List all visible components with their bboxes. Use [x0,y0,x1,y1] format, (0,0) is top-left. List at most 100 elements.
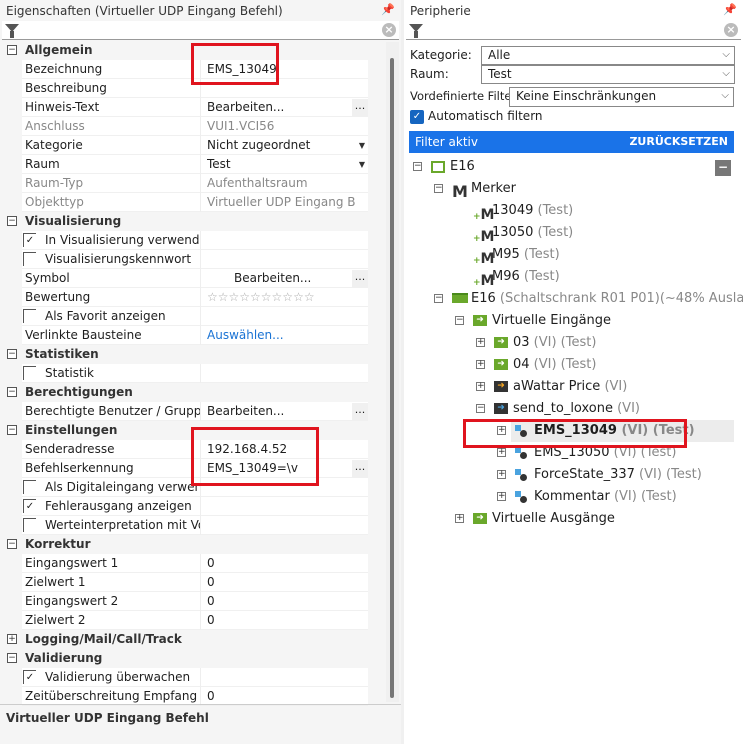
tree-item[interactable]: + Kommentar (VI) (Test) [404,486,734,508]
property-row[interactable]: Hinweis-Text Bearbeiten...... [22,98,368,117]
property-row[interactable]: Visualisierungskennwort [22,250,368,269]
clear-filter-icon[interactable]: × [724,23,738,37]
properties-title: Eigenschaften (Virtueller UDP Eingang Be… [6,4,283,18]
tree-item[interactable]: − M Merker [404,178,734,200]
edit-button[interactable]: ... [352,403,368,420]
vi-orange-icon: ➜ [494,381,508,393]
expand-icon[interactable]: + [7,634,17,644]
expand-icon[interactable]: + [476,338,485,347]
property-row[interactable]: Verlinkte Bausteine Auswählen... [22,326,368,345]
expand-icon[interactable]: + [476,360,485,369]
property-row[interactable]: Objekttyp Virtueller UDP Eingang Befehl [22,193,368,212]
edit-button[interactable]: ... [352,270,368,287]
property-row[interactable]: Berechtigte Benutzer / Gruppen Bearbeiten… [22,402,368,421]
property-row[interactable]: Anschluss VUI1.VCI56 [22,117,368,136]
section-validierung[interactable]: − Validierung [2,649,368,668]
property-value[interactable]: Bearbeiten... [207,402,355,421]
tree-item[interactable]: + ➜ 03 (VI) (Test) [404,332,734,354]
reset-filter-button[interactable]: ZURÜCKSETZEN [629,131,728,153]
expand-icon[interactable]: + [455,514,464,523]
property-row[interactable]: Zielwert 1 0 [22,573,368,592]
dropdown-arrow-icon[interactable]: ▼ [359,155,365,174]
edit-button[interactable]: ... [352,460,368,477]
property-row[interactable]: Symbol Bearbeiten...... [22,269,368,288]
tree-item-label: ForceState_337 [534,467,635,482]
property-row[interactable]: ✓ Fehlerausgang anzeigen [22,497,368,516]
collapse-icon[interactable]: − [7,216,17,226]
vi-green-icon: ➜ [494,337,508,349]
property-row[interactable]: Kategorie Nicht zugeordnet ▼ [22,136,368,155]
property-value[interactable]: Test [207,155,355,174]
collapse-icon[interactable]: − [7,387,17,397]
collapse-icon[interactable]: − [7,539,17,549]
section-logging-mail-call-track[interactable]: + Logging/Mail/Call/Track [2,630,368,649]
property-value[interactable]: 0 [207,573,355,592]
tree-item[interactable]: + ForceState_337 (VI) (Test) [404,464,734,486]
tree-item[interactable]: + ➜ aWattar Price (VI) [404,376,734,398]
property-row[interactable]: ✓ Validierung überwachen [22,668,368,687]
collapse-icon[interactable]: − [7,425,17,435]
property-value[interactable]: 0 [207,554,355,573]
property-name: Bewertung [25,288,201,307]
section-allgemein[interactable]: − Allgemein [2,41,368,60]
tree-item[interactable]: − ➜ send_to_loxone (VI) [404,398,734,420]
property-row[interactable]: Als Favorit anzeigen [22,307,368,326]
property-row[interactable]: Raum-Typ Aufenthaltsraum [22,174,368,193]
clear-filter-icon[interactable]: × [382,23,396,37]
property-row[interactable]: Zielwert 2 0 [22,611,368,630]
collapse-icon[interactable]: − [476,404,485,413]
properties-scrollbar[interactable] [386,42,399,702]
expand-icon[interactable]: + [497,448,506,457]
collapse-icon[interactable]: − [413,162,422,171]
tree-item[interactable]: +M M96 (Test) [404,266,734,288]
collapse-icon[interactable]: − [434,294,443,303]
collapse-icon[interactable]: − [7,653,17,663]
property-value[interactable]: 0 [207,592,355,611]
property-value[interactable]: Auswählen... [207,326,355,345]
expand-icon[interactable]: + [497,470,506,479]
property-name: Raum [25,155,201,174]
collapse-icon[interactable]: − [455,316,464,325]
collapse-icon[interactable]: − [434,184,443,193]
expand-icon[interactable]: + [497,492,506,501]
property-name: Anschluss [25,117,201,136]
collapse-icon[interactable]: − [7,349,17,359]
property-row[interactable]: Bewertung ☆☆☆☆☆☆☆☆☆☆ [22,288,368,307]
tree-item[interactable]: +M M95 (Test) [404,244,734,266]
expand-icon[interactable]: + [476,382,485,391]
property-row[interactable]: Eingangswert 2 0 [22,592,368,611]
rating-stars[interactable]: ☆☆☆☆☆☆☆☆☆☆ [207,288,355,307]
tree-item[interactable]: − E16 [404,156,734,178]
properties-filter-input[interactable]: × [2,21,399,40]
vordefinierte-filter-select[interactable]: Keine Einschränkungen ⌵ [509,87,734,107]
property-row[interactable]: Statistik [22,364,368,383]
property-value[interactable]: Bearbeiten... [207,98,355,117]
property-value[interactable]: Nicht zugeordnet [207,136,355,155]
highlight-box [463,419,687,448]
peripherie-filter-input[interactable]: × [406,21,741,40]
dropdown-arrow-icon[interactable]: ▼ [359,136,365,155]
collapse-icon[interactable]: − [7,45,17,55]
pin-icon[interactable]: 📌 [381,3,395,16]
section-visualisierung[interactable]: − Visualisierung [2,212,368,231]
edit-button[interactable]: ... [352,99,368,116]
tree-item[interactable]: + ➜ Virtuelle Ausgänge [404,508,734,530]
tree-item[interactable]: +M 13050 (Test) [404,222,734,244]
section-berechtigungen[interactable]: − Berechtigungen [2,383,368,402]
section-korrektur[interactable]: − Korrektur [2,535,368,554]
tree-item[interactable]: + ➜ 04 (VI) (Test) [404,354,734,376]
property-row[interactable]: Eingangswert 1 0 [22,554,368,573]
raum-select[interactable]: Test ⌵ [481,65,735,84]
tree-item[interactable]: − ➜ Virtuelle Eingänge [404,310,734,332]
property-row[interactable]: Raum Test ▼ [22,155,368,174]
tree-item[interactable]: +M 13049 (Test) [404,200,734,222]
tree-item-suffix: (Test) [519,247,560,262]
section-statistiken[interactable]: − Statistiken [2,345,368,364]
property-value[interactable]: 0 [207,611,355,630]
tree-item-label: Merker [471,181,516,196]
property-row[interactable]: Werteinterpretation mit Vor... [22,516,368,535]
property-row[interactable]: ✓ In Visualisierung verwenden [22,231,368,250]
tree-item[interactable]: − E16 (Schaltschrank R01 P01)(~48% Auslas… [404,288,743,310]
kategorie-select[interactable]: Alle ⌵ [481,46,735,65]
pin-icon[interactable]: 📌 [723,3,737,16]
